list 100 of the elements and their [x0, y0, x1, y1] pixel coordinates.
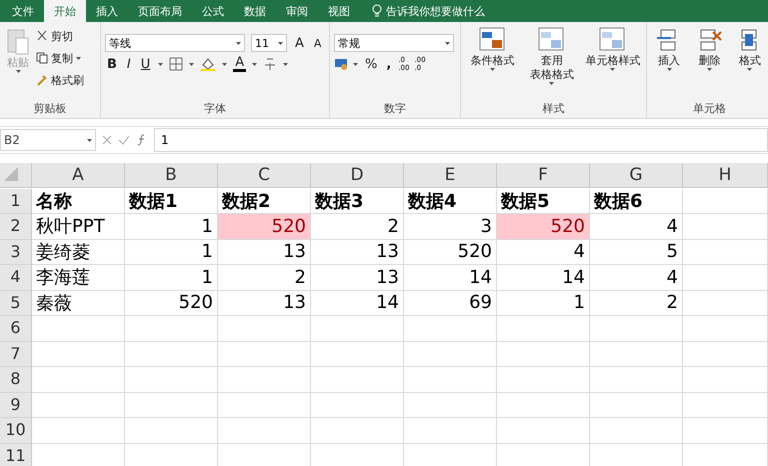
table-cell: 5 — [590, 240, 683, 265]
caret-icon — [747, 68, 752, 71]
caret-icon — [236, 42, 241, 44]
row-header[interactable]: 4 — [0, 265, 32, 290]
table-cell: 4 — [497, 240, 590, 265]
row-header[interactable]: 11 — [0, 444, 32, 466]
font-color-button[interactable]: A — [233, 56, 246, 72]
caret-icon — [278, 42, 283, 44]
menu-tab[interactable]: 公式 — [192, 0, 234, 22]
underline-button[interactable]: U — [138, 56, 152, 72]
table-cell: 14 — [311, 290, 404, 316]
row-header[interactable]: 5 — [0, 290, 32, 316]
column-header[interactable]: H — [683, 163, 768, 188]
caret-icon — [666, 68, 672, 71]
column-header[interactable]: B — [125, 163, 218, 188]
style-button[interactable]: 套用 表格格式 — [530, 54, 574, 82]
menu-tab[interactable]: 开始 — [44, 0, 86, 22]
table-cell: 1 — [125, 240, 218, 265]
font-size-field[interactable]: 11 — [251, 34, 287, 52]
menu-tab[interactable]: 数据 — [234, 0, 276, 22]
table-cell: 李海莲 — [32, 265, 125, 290]
cells-button[interactable]: 格式 — [738, 54, 761, 68]
row-header[interactable]: 6 — [0, 316, 32, 342]
row-header[interactable]: 7 — [0, 342, 32, 367]
menu-tab[interactable]: 页面布局 — [128, 0, 192, 22]
group-label: 单元格 — [692, 101, 727, 117]
table-cell: 姜绮菱 — [32, 240, 125, 265]
table-cell: 520 — [125, 290, 218, 316]
shrink-font-button[interactable]: A — [312, 36, 324, 50]
style-button[interactable]: 条件格式 — [470, 54, 515, 68]
grow-font-button[interactable]: A — [293, 36, 306, 50]
table-cell: 2 — [590, 290, 683, 316]
format-painter-button[interactable]: 格式刷 — [51, 72, 84, 88]
table-cell: 14 — [497, 265, 590, 290]
caret-icon — [76, 56, 81, 60]
check-icon — [118, 135, 130, 145]
table-cell: 1 — [125, 265, 218, 290]
group-label: 剪贴板 — [32, 101, 68, 117]
column-header[interactable]: F — [497, 163, 590, 188]
column-header[interactable]: E — [404, 163, 497, 188]
brush-icon — [36, 74, 48, 86]
table-cell: 1 — [125, 214, 218, 240]
table-cell: 3 — [404, 214, 497, 240]
italic-button[interactable]: I — [124, 56, 133, 72]
column-header[interactable]: C — [218, 163, 311, 188]
row-header[interactable]: 2 — [0, 214, 32, 240]
row-header[interactable]: 1 — [0, 188, 32, 214]
caret-icon — [445, 42, 450, 44]
menu-tab[interactable]: 文件 — [2, 0, 44, 22]
phonetic-icon — [263, 57, 278, 71]
menu-tab[interactable]: 视图 — [318, 0, 360, 22]
scissors-icon — [36, 30, 48, 42]
table-cell: 1 — [497, 290, 590, 316]
caret-icon — [189, 62, 194, 66]
group-label: 样式 — [542, 101, 566, 117]
cells-button[interactable]: 删除 — [698, 54, 720, 68]
table-cell: 520 — [218, 214, 311, 240]
bold-button[interactable]: B — [105, 56, 119, 72]
table-cell: 秦薇 — [32, 290, 125, 316]
cut-button[interactable]: 剪切 — [51, 28, 73, 44]
table-cell: 4 — [590, 214, 683, 240]
font-name-field[interactable]: 等线 — [105, 34, 245, 52]
caret-icon — [16, 70, 20, 73]
table-cell: 520 — [404, 240, 497, 265]
caret-icon — [490, 68, 496, 71]
row-header[interactable]: 10 — [0, 418, 32, 444]
table-cell: 数据1 — [125, 188, 218, 214]
table-cell: 13 — [218, 290, 311, 316]
table-cell: 4 — [590, 265, 683, 290]
tell-me-search[interactable]: 告诉我你想要做什么 — [386, 4, 485, 18]
percent-button[interactable]: % — [363, 56, 380, 72]
cancel-icon — [102, 135, 112, 145]
column-header[interactable]: G — [590, 163, 683, 188]
style-button[interactable]: 单元格样式 — [585, 54, 640, 68]
menu-tab[interactable]: 审阅 — [276, 0, 318, 22]
comma-button[interactable]: , — [384, 56, 394, 72]
menu-tab[interactable]: 插入 — [86, 0, 128, 22]
name-box[interactable]: B2 — [0, 129, 96, 151]
table-cell: 13 — [311, 240, 404, 265]
column-header[interactable]: D — [311, 163, 404, 188]
number-format-field[interactable]: 常规 — [334, 34, 454, 52]
table-cell: 数据6 — [590, 188, 683, 214]
table-cell: 69 — [404, 290, 497, 316]
caret-icon — [706, 68, 712, 71]
caret-icon — [87, 138, 92, 142]
caret-icon — [222, 62, 228, 66]
table-cell: 秋叶PPT — [32, 214, 125, 240]
cells-button[interactable]: 插入 — [658, 54, 680, 68]
caret-icon — [283, 62, 288, 66]
copy-icon — [36, 52, 48, 64]
row-header[interactable]: 9 — [0, 392, 32, 418]
row-header[interactable]: 8 — [0, 367, 32, 392]
column-header[interactable]: A — [32, 163, 125, 188]
table-cell: 2 — [311, 214, 404, 240]
group-label: 数字 — [383, 101, 407, 117]
row-header[interactable]: 3 — [0, 240, 32, 265]
table-cell: 13 — [218, 240, 311, 265]
formula-field[interactable]: 1 — [154, 128, 768, 152]
copy-button[interactable]: 复制 — [51, 50, 73, 66]
fill-color-icon — [200, 57, 216, 71]
